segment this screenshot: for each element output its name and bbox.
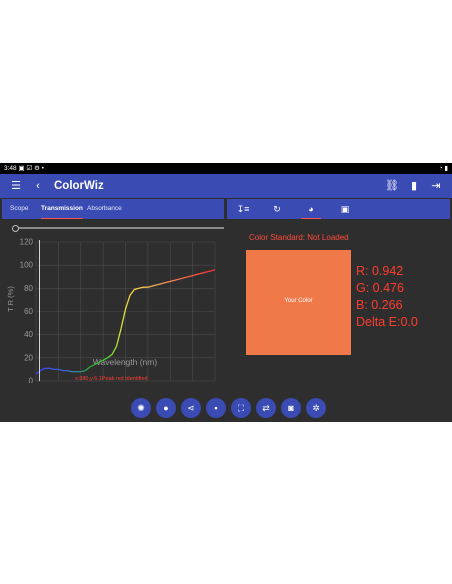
share-icon[interactable]: ⋖ [181, 398, 201, 418]
settings-icon[interactable]: ✲ [306, 398, 326, 418]
transmission-chart: 020406080100120380480580680780 T R (%) W… [6, 238, 216, 384]
green-value: G: 0.476 [356, 281, 404, 295]
app-title: ColorWiz [54, 180, 104, 192]
red-value: R: 0.942 [356, 264, 404, 278]
status-notification-icons: ▣ ☑ ⚙ • [18, 165, 44, 172]
status-time: 3:48 [4, 165, 17, 172]
device-icon[interactable]: ▮ [407, 174, 421, 198]
gallery-icon[interactable]: ▣ [333, 199, 357, 219]
swap-icon[interactable]: ⇄ [256, 398, 276, 418]
range-slider[interactable] [12, 225, 224, 232]
status-bar: 3:48 ▣ ☑ ⚙ • ◔ ▮ [0, 163, 452, 174]
tab-transmission[interactable]: Transmission [41, 199, 83, 219]
app-bar: ☰ ‹ ColorWiz ⛓ ▮ ⇥ [0, 174, 452, 198]
slider-thumb[interactable] [12, 225, 19, 232]
camera-icon[interactable]: ◙ [281, 398, 301, 418]
blue-value: B: 0.266 [356, 298, 403, 312]
y-tick-label: 0 [29, 377, 34, 384]
mode-tabs: Scope Transmission Absorbance [2, 199, 224, 219]
y-tick-label: 60 [24, 307, 33, 316]
location-icon[interactable]: ● [156, 398, 176, 418]
link-icon[interactable]: ⛓ [385, 174, 399, 198]
tab-scope[interactable]: Scope [10, 199, 28, 219]
x-axis-label: Wavelength (nm) [93, 357, 158, 367]
refresh-icon[interactable]: ↻ [265, 199, 289, 219]
back-icon[interactable]: ‹ [31, 174, 45, 198]
y-tick-label: 100 [20, 261, 34, 270]
slider-track [16, 227, 224, 229]
device-screen: 3:48 ▣ ☑ ⚙ • ◔ ▮ ☰ ‹ ColorWiz ⛓ ▮ ⇥ Scop… [0, 163, 452, 422]
status-left: 3:48 ▣ ☑ ⚙ • [4, 163, 44, 174]
menu-icon[interactable]: ☰ [9, 174, 23, 198]
chart-status-text: x:380,y:6.1Peak not Identified [75, 376, 147, 382]
color-standard-label: Color Standard: Not Loaded [249, 233, 349, 242]
palette-icon[interactable]: ◕ [299, 199, 323, 219]
y-axis-label: T R (%) [6, 286, 15, 312]
delta-e-value: Delta E:0.0 [356, 315, 418, 329]
color-swatch: Your Color [246, 250, 351, 355]
exit-icon[interactable]: ⇥ [429, 174, 443, 198]
fullscreen-icon[interactable]: ⛶ [231, 398, 251, 418]
y-tick-label: 120 [20, 238, 34, 247]
y-tick-label: 20 [24, 353, 33, 362]
save-icon[interactable]: ▪ [206, 398, 226, 418]
sort-icon[interactable]: ↧≡ [231, 199, 255, 219]
tab-absorbance[interactable]: Absorbance [87, 199, 122, 219]
light-icon[interactable]: ✺ [131, 398, 151, 418]
status-right-icons: ◔ ▮ [438, 165, 448, 172]
swatch-label: Your Color [284, 298, 313, 304]
y-tick-label: 80 [24, 284, 33, 293]
tool-tabs: ↧≡ ↻ ◕ ▣ [227, 199, 450, 219]
y-tick-label: 40 [24, 330, 33, 339]
